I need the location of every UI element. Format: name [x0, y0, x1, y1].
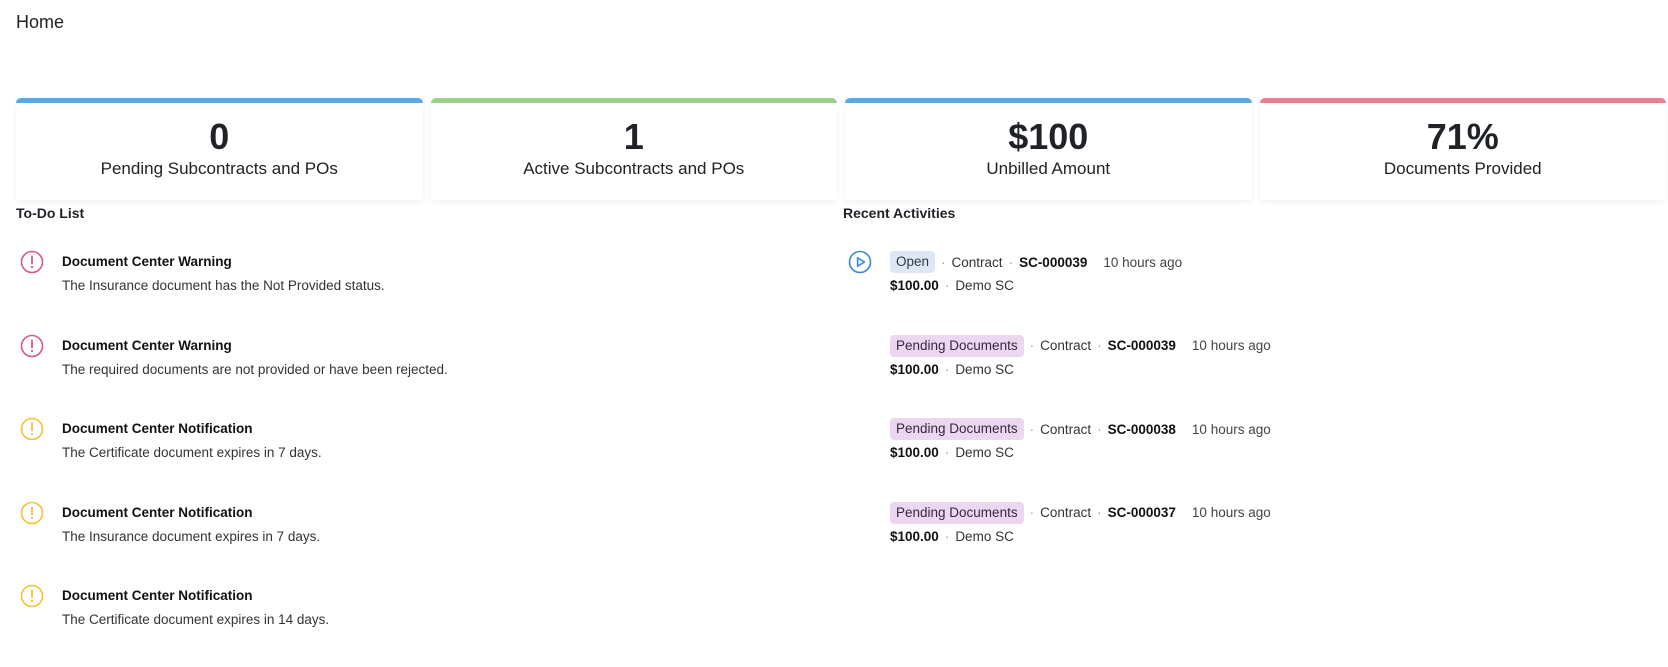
activity-time: 10 hours ago — [1191, 338, 1271, 353]
separator: · — [1008, 254, 1014, 270]
card-documents-provided[interactable]: 71% Documents Provided — [1259, 98, 1666, 200]
separator: · — [944, 445, 950, 460]
status-badge: Pending Documents — [890, 501, 1024, 524]
contract-number-link[interactable]: SC-000039 — [1108, 338, 1176, 353]
activity-details: $100.00 · Demo SC — [890, 278, 1014, 293]
activity-time: 10 hours ago — [1191, 421, 1271, 437]
notification-circle-icon — [20, 584, 44, 608]
contract-number-link[interactable]: SC-000037 — [1108, 505, 1176, 520]
activity-amount: $100.00 — [890, 278, 939, 293]
card-value: 0 — [209, 116, 230, 157]
separator: · — [1097, 338, 1102, 353]
status-badge: Pending Documents — [890, 418, 1024, 440]
todo-item-description: The Certificate document expires in 14 d… — [62, 612, 330, 627]
activity-vendor: Demo SC — [955, 528, 1014, 544]
activity-amount: $100.00 — [890, 445, 939, 460]
activity-amount: $100.00 — [890, 528, 939, 544]
activity-type: Contract — [1040, 338, 1092, 353]
todo-item-title: Document Center Notification — [62, 588, 253, 603]
todo-item-description: The Certificate document expires in 7 da… — [62, 445, 322, 460]
todo-item-title: Document Center Warning — [62, 337, 232, 353]
separator: · — [1029, 505, 1035, 520]
todo-item[interactable]: Document Center Notification The Certific… — [20, 584, 800, 667]
separator: · — [944, 361, 950, 377]
todo-item-title: Document Center Warning — [62, 254, 232, 269]
summary-cards: 0 Pending Subcontracts and POs 1 Active … — [16, 98, 1666, 200]
card-pending-subcontracts[interactable]: 0 Pending Subcontracts and POs — [16, 98, 423, 200]
todo-item[interactable]: Document Center Notification The Insuranc… — [20, 501, 800, 585]
activities-section-title: Recent Activities — [843, 205, 956, 221]
status-badge: Open — [890, 251, 936, 273]
activity-vendor: Demo SC — [955, 445, 1014, 460]
activity-item[interactable]: Pending Documents · Contract · SC-000037 10 h… — [848, 501, 1648, 585]
activity-details: $100.00 · Demo SC — [890, 362, 1014, 377]
todo-item-description: The Insurance document has the Not Provi… — [62, 278, 385, 293]
separator: · — [1029, 421, 1035, 437]
notification-circle-icon — [20, 501, 44, 525]
card-active-subcontracts[interactable]: 1 Active Subcontracts and POs — [430, 98, 837, 200]
activity-summary: Pending Documents · Contract · SC-000039 10 h… — [890, 334, 1271, 358]
activity-item[interactable]: Open · Contract · SC-000039 10 hours ago $100.… — [848, 250, 1648, 334]
activity-details: $100.00 · Demo SC — [890, 529, 1014, 544]
todo-item[interactable]: Document Center Notification The Certific… — [20, 417, 800, 501]
page-title: Home — [16, 12, 65, 32]
activity-summary: Pending Documents · Contract · SC-000037 10 h… — [890, 501, 1271, 525]
card-value: $100 — [1008, 116, 1089, 157]
separator: · — [1029, 338, 1035, 353]
contract-number-link[interactable]: SC-000038 — [1108, 422, 1176, 437]
todo-list: Document Center Warning The Insurance doc… — [20, 250, 800, 667]
todo-item-title: Document Center Notification — [62, 504, 253, 520]
todo-item[interactable]: Document Center Warning The required docu… — [20, 334, 800, 418]
activity-type: Contract — [1040, 421, 1092, 437]
contract-number-link[interactable]: SC-000039 — [1019, 255, 1087, 270]
card-label: Active Subcontracts and POs — [523, 159, 745, 178]
warning-circle-icon — [20, 334, 44, 358]
card-unbilled-amount[interactable]: $100 Unbilled Amount — [845, 98, 1252, 200]
separator: · — [941, 254, 946, 270]
notification-circle-icon — [20, 417, 44, 441]
home-page: Home 0 Pending Subcontracts and POs 1 Ac… — [0, 0, 1668, 667]
activity-type: Contract — [1040, 505, 1092, 520]
activity-item[interactable]: Pending Documents · Contract · SC-000039 10 h… — [848, 334, 1648, 418]
activity-type: Contract — [951, 254, 1003, 270]
activity-time: 10 hours ago — [1103, 254, 1183, 270]
separator: · — [944, 528, 950, 544]
todo-item[interactable]: Document Center Warning The Insurance doc… — [20, 250, 800, 334]
activity-amount: $100.00 — [890, 361, 939, 377]
separator: · — [1097, 505, 1102, 520]
activity-details: $100.00 · Demo SC — [890, 445, 1014, 460]
activity-vendor: Demo SC — [955, 361, 1014, 377]
todo-item-title: Document Center Notification — [62, 421, 253, 436]
card-label: Unbilled Amount — [986, 159, 1111, 178]
activity-item[interactable]: Pending Documents · Contract · SC-000038 10 h… — [848, 417, 1648, 501]
play-circle-icon — [848, 250, 872, 274]
warning-circle-icon — [20, 250, 44, 274]
activity-list: Open · Contract · SC-000039 10 hours ago $100.… — [848, 250, 1648, 584]
todo-section-title: To-Do List — [16, 205, 85, 221]
card-value: 71% — [1426, 116, 1499, 157]
activity-summary: Open · Contract · SC-000039 10 hours ago — [890, 250, 1182, 274]
card-label: Documents Provided — [1383, 159, 1542, 178]
activity-time: 10 hours ago — [1191, 505, 1271, 520]
separator: · — [944, 278, 950, 293]
status-badge: Pending Documents — [890, 334, 1024, 357]
todo-item-description: The required documents are not provided … — [62, 361, 448, 377]
card-value: 1 — [623, 116, 644, 157]
card-label: Pending Subcontracts and POs — [100, 159, 338, 178]
todo-item-description: The Insurance document expires in 7 days… — [62, 528, 321, 544]
activity-vendor: Demo SC — [955, 278, 1014, 293]
separator: · — [1097, 421, 1102, 437]
activity-summary: Pending Documents · Contract · SC-000038 10 h… — [890, 417, 1271, 441]
